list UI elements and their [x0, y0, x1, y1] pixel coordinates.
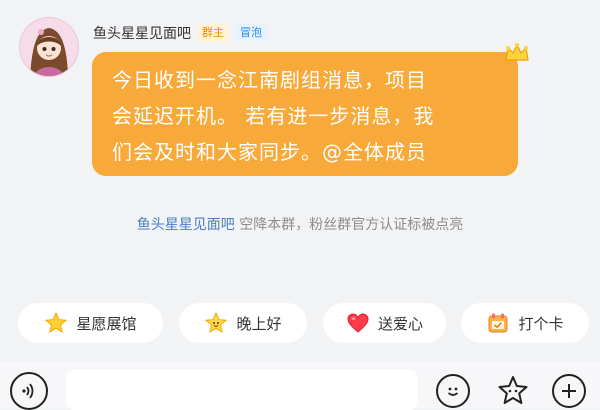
super-emoji-button[interactable]	[496, 374, 530, 408]
quick-action-bar: 星愿展馆 晚上好 送爱心 打个卡	[0, 303, 600, 343]
smiling-star-icon	[205, 311, 228, 334]
system-notice-name[interactable]: 鱼头星星见面吧	[137, 217, 235, 233]
quick-action-star-gallery[interactable]: 星愿展馆	[18, 303, 163, 343]
chat-area: 鱼头星星见面吧 群主 冒泡 今日收到一念江南剧组消息，项目 会延迟开机。 若有进…	[0, 0, 600, 290]
system-notice-text: 空降本群，粉丝群官方认证标被点亮	[234, 217, 464, 233]
sender-name[interactable]: 鱼头星星见面吧	[93, 23, 191, 43]
message-text: 今日收到一念江南剧组消息，项目 会延迟开机。 若有进一步消息，我 们会及时和大家…	[112, 68, 435, 164]
sender-row: 鱼头星星见面吧 群主 冒泡	[93, 23, 267, 43]
owner-badge: 群主	[197, 24, 229, 42]
quick-action-good-evening[interactable]: 晚上好	[179, 303, 307, 343]
emoji-icon	[447, 387, 459, 396]
voice-button[interactable]	[10, 372, 48, 410]
star-icon	[45, 311, 68, 334]
quick-action-label: 晚上好	[236, 314, 282, 333]
plus-icon	[562, 384, 576, 398]
quick-action-send-love[interactable]: 送爱心	[323, 303, 446, 343]
heart-icon	[347, 313, 369, 333]
checkin-card-icon	[488, 313, 508, 333]
message-input[interactable]	[66, 370, 418, 410]
input-bar	[0, 362, 600, 410]
plus-button[interactable]	[552, 374, 586, 408]
quick-action-check-in[interactable]: 打个卡	[461, 303, 589, 343]
sender-avatar[interactable]	[20, 18, 78, 76]
emoji-button[interactable]	[436, 374, 470, 408]
crown-icon	[505, 43, 529, 61]
quick-action-label: 送爱心	[377, 314, 423, 333]
system-notice: 鱼头星星见面吧 空降本群，粉丝群官方认证标被点亮	[0, 214, 600, 234]
bubble-badge: 冒泡	[235, 24, 267, 42]
message-bubble[interactable]: 今日收到一念江南剧组消息，项目 会延迟开机。 若有进一步消息，我 们会及时和大家…	[92, 52, 518, 176]
voice-icon	[22, 383, 34, 399]
quick-action-label: 星愿展馆	[76, 314, 137, 333]
super-emoji-icon	[498, 376, 528, 404]
quick-action-label: 打个卡	[518, 314, 564, 333]
avatar-image	[20, 18, 78, 76]
